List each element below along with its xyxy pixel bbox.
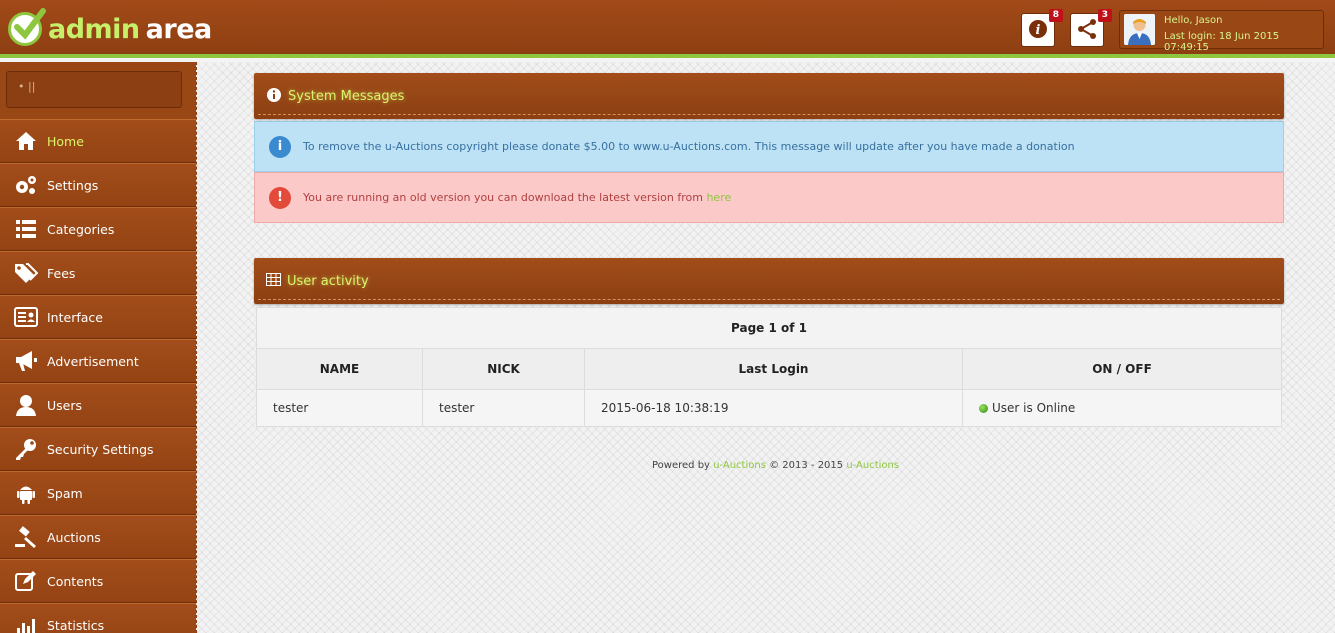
gears-icon: [14, 174, 38, 196]
sidebar-search-input[interactable]: • ||: [6, 71, 182, 108]
sidebar-item-label: Users: [47, 397, 83, 413]
megaphone-icon: [14, 350, 38, 372]
sidebar-item-label: Auctions: [47, 529, 101, 545]
user-activity-table: Page 1 of 1 NAME NICK Last Login ON / OF…: [256, 307, 1282, 427]
info-icon: i: [269, 135, 291, 158]
info-circle-icon: [266, 87, 282, 106]
sidebar-item-label: Home: [47, 133, 84, 149]
sidebar-item-fees[interactable]: Fees: [0, 251, 196, 295]
footer-link-u-auctions-2[interactable]: u-Auctions: [846, 460, 899, 471]
table-row: tester tester 2015-06-18 10:38:19 User i…: [256, 389, 1282, 427]
user-profile[interactable]: Hello, Jason Last login: 18 Jun 2015 07:…: [1119, 10, 1324, 53]
bar-chart-icon: [14, 614, 38, 633]
cell-last-login: 2015-06-18 10:38:19: [584, 389, 963, 427]
sidebar-item-interface[interactable]: Interface: [0, 295, 196, 339]
cell-nick: tester: [422, 389, 585, 427]
user-activity-panel: User activity Page 1 of 1 NAME NICK Last…: [254, 258, 1284, 427]
sidebar-item-label: Security Settings: [47, 441, 154, 457]
tags-icon: [14, 262, 38, 284]
notifications-badge: 8: [1048, 9, 1063, 22]
share-badge: 3: [1097, 9, 1112, 22]
sidebar-item-label: Settings: [47, 177, 99, 193]
share-icon: [1076, 18, 1098, 43]
sidebar-item-label: Categories: [47, 221, 115, 237]
key-icon: [14, 438, 38, 460]
svg-text:i: i: [1036, 23, 1041, 38]
sidebar: • || Home Settings Categories Fees Inter…: [0, 62, 196, 633]
sidebar-item-home[interactable]: Home: [0, 119, 196, 163]
logo-text: admin area: [48, 14, 212, 45]
edit-icon: [14, 570, 38, 592]
sidebar-item-users[interactable]: Users: [0, 383, 196, 427]
cell-name: tester: [256, 389, 423, 427]
list-icon: [14, 218, 38, 240]
notifications-button[interactable]: i 8: [1021, 9, 1063, 47]
system-messages-panel: System Messages i To remove the u-Auctio…: [254, 73, 1284, 223]
page-indicator: Page 1 of 1: [256, 307, 1282, 349]
sidebar-item-label: Spam: [47, 485, 83, 501]
sidebar-item-spam[interactable]: Spam: [0, 471, 196, 515]
sidebar-item-settings[interactable]: Settings: [0, 163, 196, 207]
logo-accent: admin: [48, 13, 140, 45]
footer-copyright: © 2013 - 2015: [765, 460, 847, 471]
user-icon: [14, 394, 38, 416]
table-header-row: NAME NICK Last Login ON / OFF: [256, 348, 1282, 390]
column-header-nick[interactable]: NICK: [422, 348, 585, 390]
user-activity-header: User activity: [254, 258, 1284, 304]
column-header-name[interactable]: NAME: [256, 348, 423, 390]
android-icon: [14, 482, 38, 504]
sidebar-item-statistics[interactable]: Statistics: [0, 603, 196, 633]
status-text: User is Online: [992, 401, 1076, 415]
checkmark-logo-icon: [8, 8, 46, 46]
download-link[interactable]: here: [706, 191, 731, 204]
home-icon: [14, 130, 38, 152]
user-activity-title: User activity: [287, 273, 369, 289]
warning-text: You are running an old version you can d…: [303, 191, 707, 204]
gavel-icon: [14, 526, 38, 548]
sidebar-item-security-settings[interactable]: Security Settings: [0, 427, 196, 471]
warning-message: ! You are running an old version you can…: [254, 172, 1284, 223]
info-icon: i: [1028, 19, 1048, 42]
top-header: admin area i 8 3 Hello, Jason Last login:…: [0, 0, 1335, 58]
sidebar-item-label: Statistics: [47, 617, 105, 633]
sidebar-item-label: Advertisement: [47, 353, 139, 369]
system-messages-title: System Messages: [288, 88, 405, 104]
column-header-last-login[interactable]: Last Login: [584, 348, 963, 390]
footer-link-u-auctions[interactable]: u-Auctions: [713, 460, 766, 471]
footer: Powered by u-Auctions © 2013 - 2015 u-Au…: [652, 460, 899, 471]
info-message-text: To remove the u-Auctions copyright pleas…: [303, 140, 1075, 153]
sidebar-item-advertisement[interactable]: Advertisement: [0, 339, 196, 383]
pagination-row: Page 1 of 1: [256, 307, 1282, 349]
table-icon: [266, 273, 281, 289]
user-last-login: Last login: 18 Jun 2015 07:49:15: [1164, 31, 1280, 53]
sidebar-item-auctions[interactable]: Auctions: [0, 515, 196, 559]
avatar: [1124, 14, 1155, 45]
system-messages-header: System Messages: [254, 73, 1284, 119]
sidebar-item-contents[interactable]: Contents: [0, 559, 196, 603]
cell-status: User is Online: [962, 389, 1282, 427]
user-greeting: Hello, Jason: [1164, 15, 1223, 26]
sidebar-item-label: Interface: [47, 309, 103, 325]
sidebar-item-categories[interactable]: Categories: [0, 207, 196, 251]
sidebar-item-label: Fees: [47, 265, 76, 281]
share-button[interactable]: 3: [1070, 9, 1112, 47]
main-content: System Messages i To remove the u-Auctio…: [196, 62, 1335, 633]
sidebar-menu: Home Settings Categories Fees Interface …: [0, 119, 196, 633]
info-message: i To remove the u-Auctions copyright ple…: [254, 121, 1284, 172]
logo[interactable]: admin area: [8, 8, 212, 48]
logo-plain: area: [145, 13, 213, 45]
alert-icon: !: [269, 186, 291, 209]
footer-prefix: Powered by: [652, 460, 714, 471]
sidebar-item-label: Contents: [47, 573, 104, 589]
warning-message-text: You are running an old version you can d…: [303, 191, 731, 204]
column-header-status[interactable]: ON / OFF: [962, 348, 1282, 390]
online-status-icon: [979, 404, 988, 413]
id-card-icon: [14, 306, 38, 328]
